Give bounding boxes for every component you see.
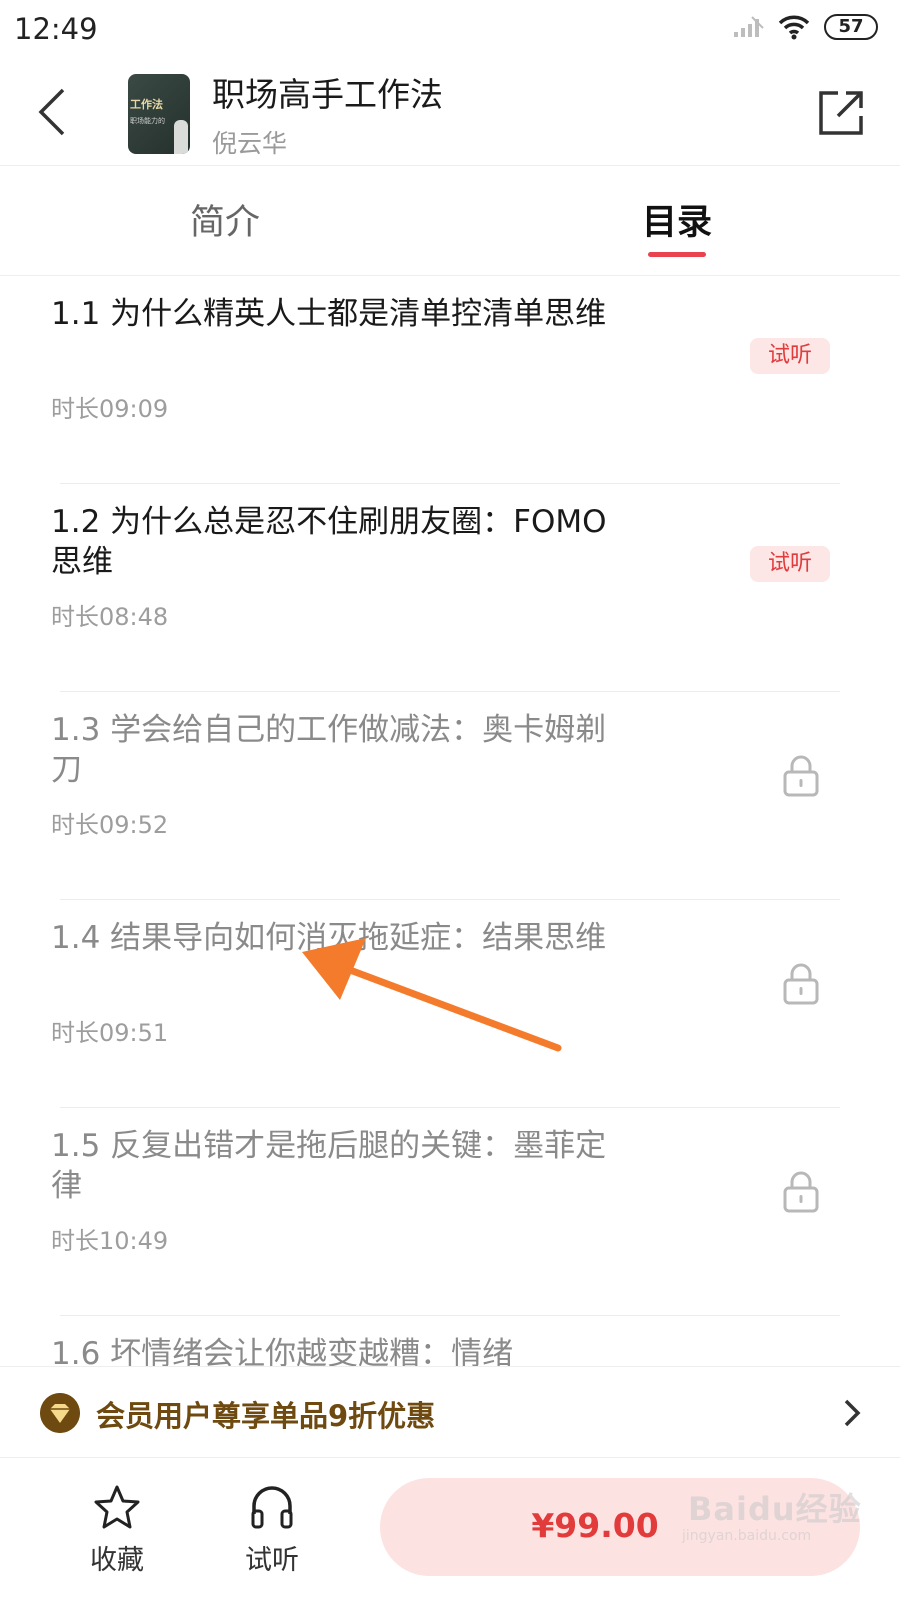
share-button[interactable]: [816, 88, 866, 138]
chapter-list: 1.1 为什么精英人士都是清单控清单思维 时长09:09 试听 1.2 为什么总…: [0, 276, 900, 1366]
chapter-duration: 时长09:51: [51, 1019, 169, 1047]
chapter-title: 1.2 为什么总是忍不住刷朋友圈：FOMO思维: [51, 504, 607, 580]
header: 工作法 职场能力的 职场高手工作法 倪云华: [0, 62, 900, 166]
trial-badge[interactable]: 试听: [750, 546, 830, 582]
chapter-title: 1.3 学会给自己的工作做减法：奥卡姆剃刀: [51, 712, 607, 788]
status-icons: 57: [732, 14, 878, 40]
list-item[interactable]: 1.4 结果导向如何消灭拖延症：结果思维 时长09:51: [0, 900, 900, 1108]
book-cover[interactable]: 工作法 职场能力的: [128, 74, 190, 154]
battery-indicator: 57: [824, 14, 878, 40]
lock-icon: [783, 755, 819, 797]
lock-icon: [783, 963, 819, 1005]
cover-title: 工作法: [130, 98, 163, 111]
favorite-label: 收藏: [90, 1545, 144, 1576]
trial-badge[interactable]: 试听: [750, 338, 830, 374]
member-promo-bar[interactable]: 会员用户尊享单品9折优惠: [0, 1366, 900, 1458]
page-title: 职场高手工作法: [212, 75, 443, 114]
list-item[interactable]: 1.1 为什么精英人士都是清单控清单思维 时长09:09 试听: [0, 276, 900, 484]
chevron-left-icon: [38, 88, 65, 136]
tab-catalog[interactable]: 目录: [577, 194, 777, 245]
signal-icon: [734, 16, 764, 37]
lock-icon: [783, 1171, 819, 1213]
trial-listen-label: 试听: [245, 1545, 299, 1576]
vip-diamond-icon: [40, 1393, 80, 1433]
watermark: Baidu经验 jingyan.baidu.com: [676, 1484, 876, 1554]
favorite-button[interactable]: 收藏: [62, 1484, 172, 1577]
watermark-url: jingyan.baidu.com: [682, 1528, 812, 1544]
chapter-title: 1.4 结果导向如何消灭拖延症：结果思维: [51, 920, 607, 956]
chapter-title: 1.6 坏情绪会让你越变越糟：情绪: [51, 1336, 514, 1366]
chapter-duration: 时长09:52: [51, 811, 169, 839]
chapter-title: 1.5 反复出错才是拖后腿的关键：墨菲定律: [51, 1128, 607, 1204]
tab-intro[interactable]: 简介: [125, 194, 325, 245]
trial-listen-button[interactable]: 试听: [217, 1484, 327, 1577]
cover-figure: [174, 120, 188, 154]
chapter-duration: 时长09:09: [51, 395, 169, 423]
headphones-icon: [251, 1486, 293, 1529]
share-icon: [819, 91, 863, 135]
chapter-duration: 时长08:48: [51, 603, 169, 631]
promo-text: 会员用户尊享单品9折优惠: [96, 1399, 436, 1433]
chapter-duration: 时长10:49: [51, 1227, 169, 1255]
tab-active-indicator: [648, 252, 706, 257]
watermark-brand: Baidu经验: [688, 1490, 862, 1528]
cover-subtitle: 职场能力的: [130, 117, 165, 125]
book-author: 倪云华: [212, 129, 288, 158]
list-item[interactable]: 1.2 为什么总是忍不住刷朋友圈：FOMO思维 时长08:48 试听: [0, 484, 900, 692]
status-bar: 12:49 57: [0, 0, 900, 62]
wifi-icon: [778, 15, 810, 40]
chevron-right-icon: [844, 1399, 861, 1427]
list-item[interactable]: 1.5 反复出错才是拖后腿的关键：墨菲定律 时长10:49: [0, 1108, 900, 1316]
list-item[interactable]: 1.6 坏情绪会让你越变越糟：情绪: [0, 1316, 900, 1366]
tab-bar: 简介 目录: [0, 166, 900, 276]
status-time: 12:49: [14, 12, 98, 46]
list-item[interactable]: 1.3 学会给自己的工作做减法：奥卡姆剃刀 时长09:52: [0, 692, 900, 900]
back-button[interactable]: [30, 82, 74, 142]
star-icon: [94, 1485, 140, 1529]
chapter-title: 1.1 为什么精英人士都是清单控清单思维: [51, 296, 607, 332]
